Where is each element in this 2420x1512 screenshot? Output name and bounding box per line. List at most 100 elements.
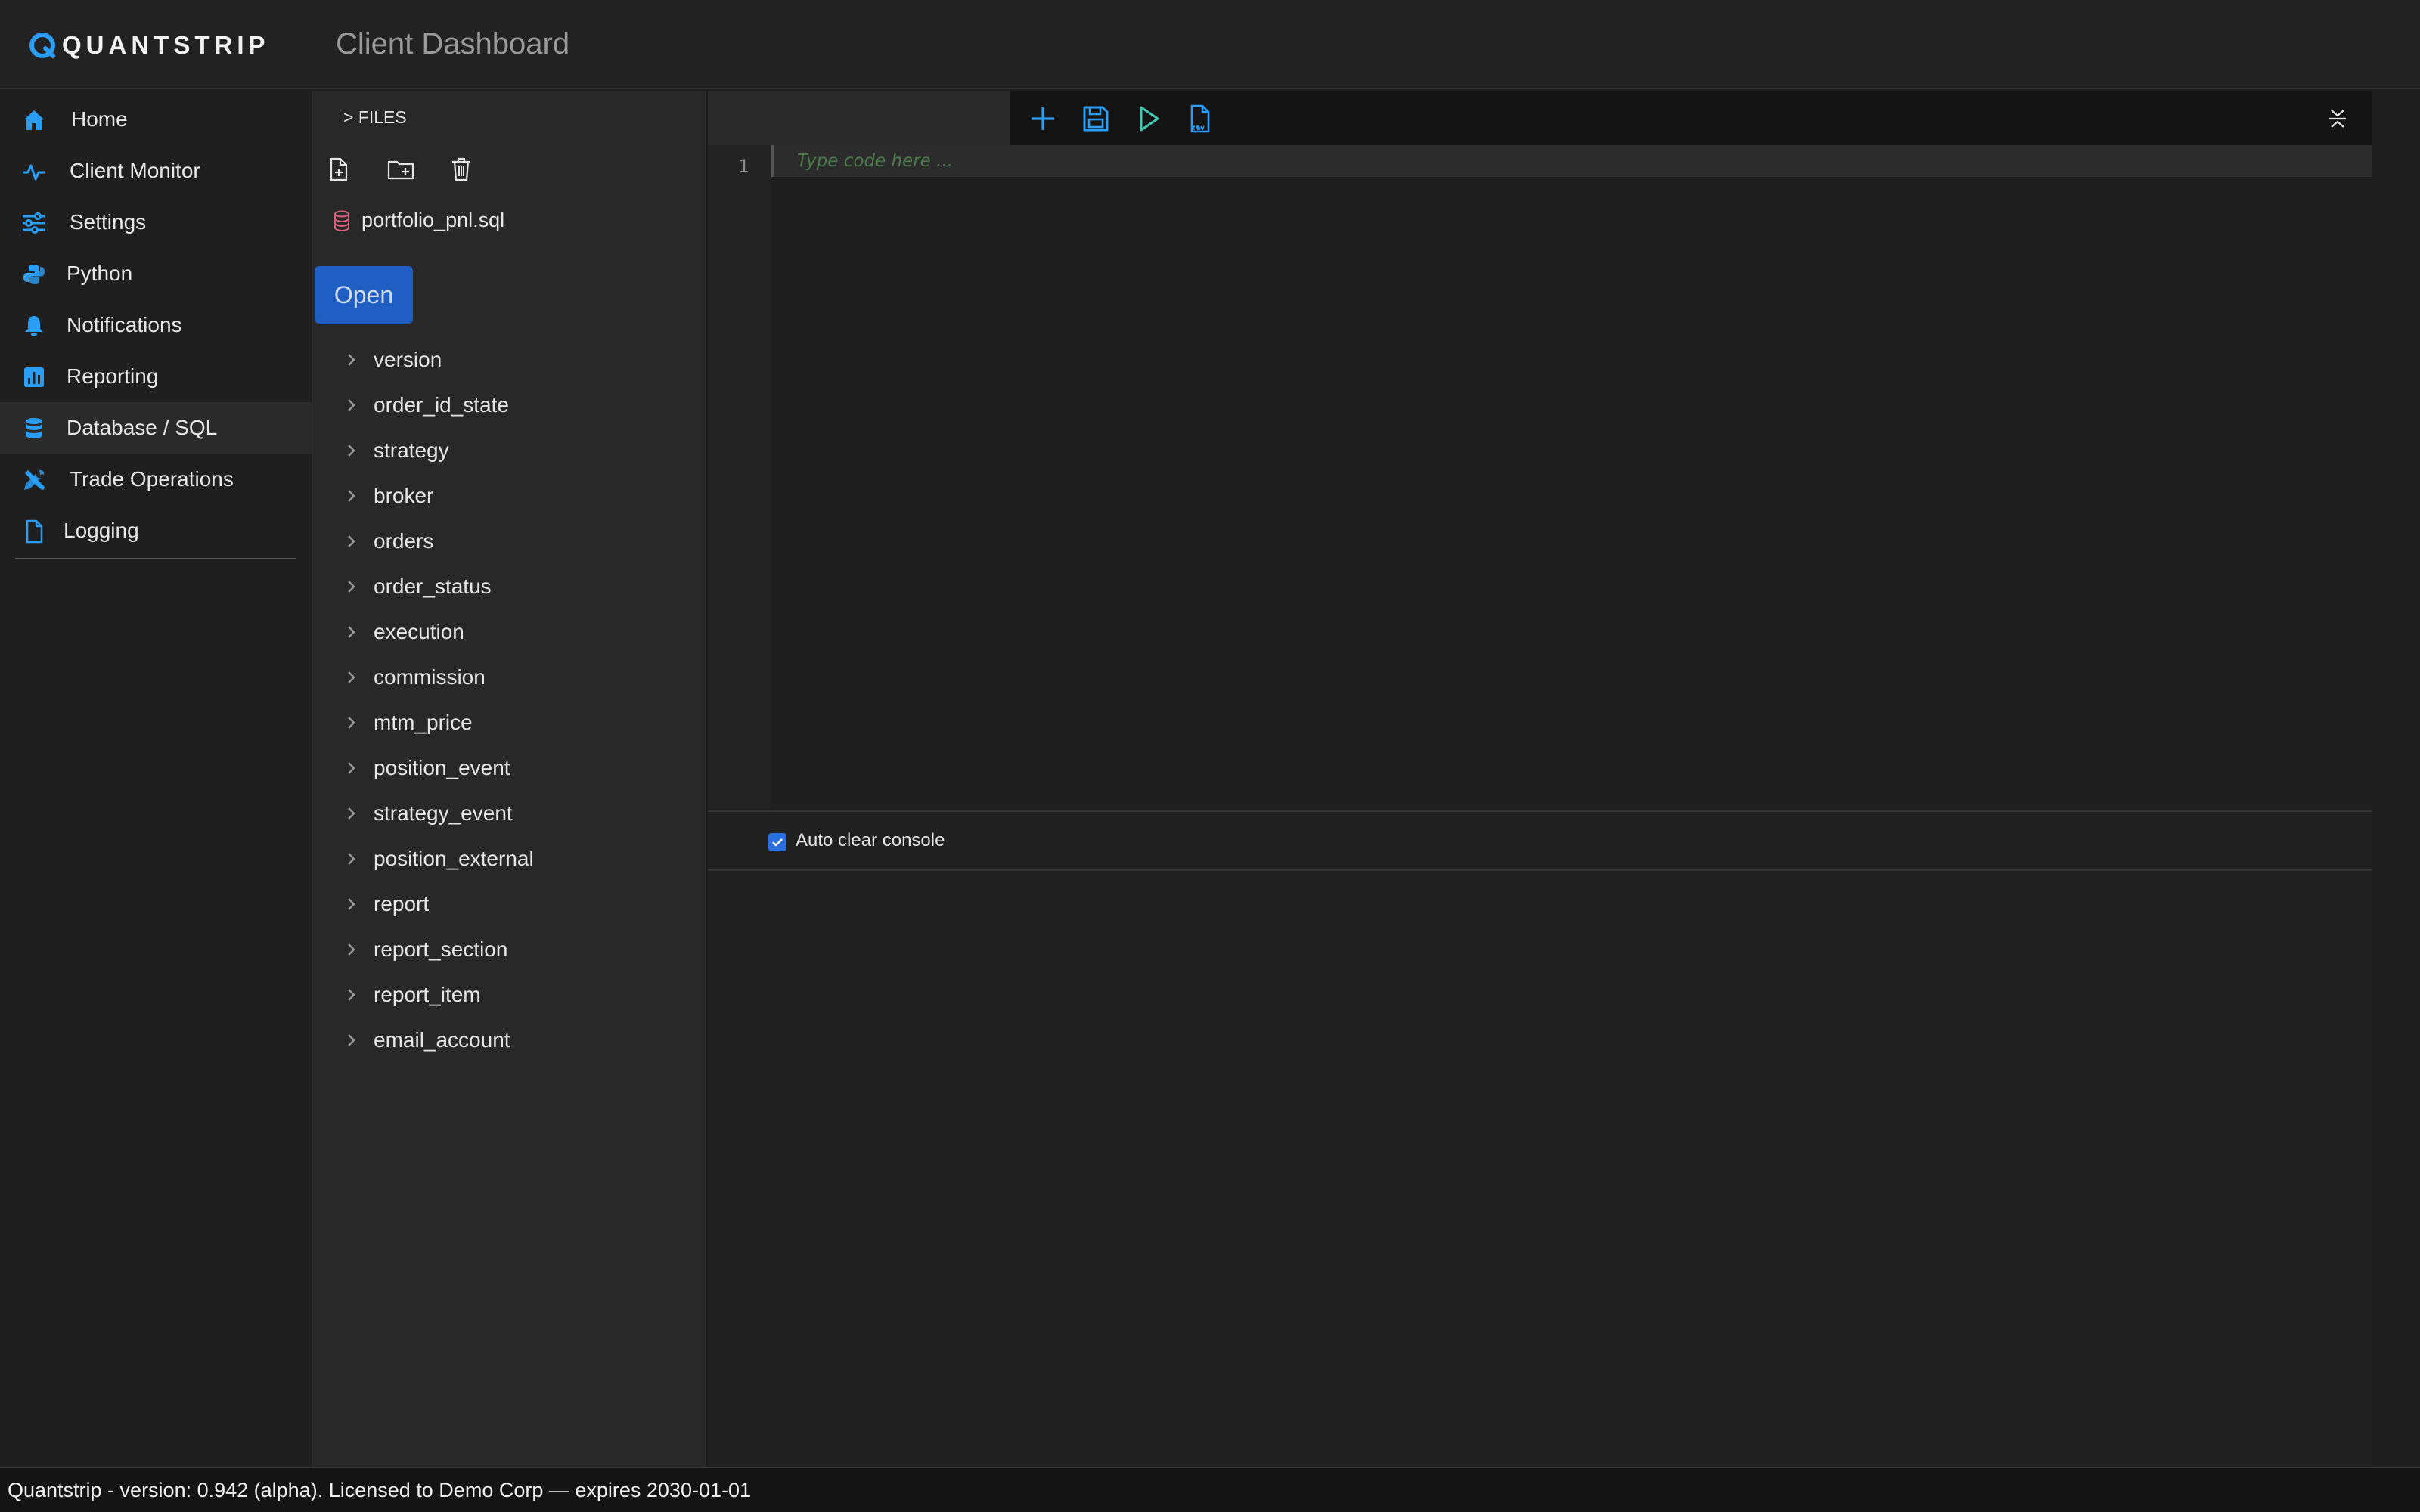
collapse-icon[interactable] (2325, 106, 2350, 132)
chevron-right-icon (348, 445, 355, 457)
table-row[interactable]: orders (313, 519, 706, 564)
bell-icon (25, 316, 43, 336)
table-row[interactable]: strategy (313, 428, 706, 473)
table-row[interactable]: execution (313, 609, 706, 655)
sidebar-item-client-monitor[interactable]: Client Monitor (0, 145, 312, 197)
logo[interactable]: QUANTSTRIP (27, 30, 270, 60)
sidebar-item-label: Client Monitor (70, 159, 200, 182)
table-row[interactable]: version (313, 337, 706, 383)
sidebar-item-logging[interactable]: Logging (0, 505, 312, 556)
tools-icon (24, 469, 45, 490)
sidebar-item-database-sql[interactable]: Database / SQL (0, 402, 312, 454)
sidebar-item-label: Trade Operations (70, 467, 234, 491)
status-footer: Quantstrip - version: 0.942 (alpha). Lic… (0, 1467, 2420, 1512)
add-icon[interactable] (1025, 101, 1060, 136)
chevron-right-icon (348, 943, 355, 956)
chevron-right-icon (348, 354, 355, 366)
table-row[interactable]: strategy_event (313, 791, 706, 836)
editor-toolbar (1010, 91, 2372, 145)
sidebar-item-label: Python (67, 262, 133, 285)
sql-file-icon (334, 210, 349, 231)
table-row[interactable]: report_section (313, 927, 706, 972)
console-output[interactable] (708, 872, 2372, 1467)
sidebar-item-notifications[interactable]: Notifications (0, 299, 312, 351)
sidebar-item-label: Database / SQL (67, 416, 218, 439)
sidebar-item-label: Home (71, 107, 128, 131)
table-name: order_id_state (374, 393, 510, 417)
sliders-icon (23, 212, 45, 234)
home-icon (24, 110, 44, 130)
sidebar-item-home[interactable]: Home (0, 94, 312, 145)
save-icon[interactable] (1078, 101, 1113, 136)
sidebar-item-label: Notifications (67, 313, 182, 336)
file-item[interactable]: portfolio_pnl.sql (333, 209, 504, 232)
sidebar-item-python[interactable]: Python (0, 248, 312, 299)
chevron-right-icon (348, 898, 355, 910)
sidebar-item-label: Settings (70, 210, 147, 234)
auto-clear-checkbox[interactable] (768, 833, 786, 851)
chevron-right-icon (348, 807, 355, 820)
page-title: Client Dashboard (336, 27, 570, 60)
files-section-title[interactable]: > FILES (343, 107, 407, 128)
table-name: strategy (374, 438, 449, 462)
table-name: broker (374, 484, 434, 507)
code-placeholder: Type code here ... (797, 151, 954, 171)
table-row[interactable]: position_external (313, 836, 706, 881)
delete-icon[interactable] (446, 154, 476, 184)
table-name: execution (374, 620, 464, 643)
table-row[interactable]: order_id_state (313, 383, 706, 428)
nav-divider (15, 558, 296, 559)
table-name: version (374, 348, 442, 371)
chevron-right-icon (348, 717, 355, 729)
sidebar-item-label: Logging (64, 519, 139, 542)
table-name: commission (374, 665, 486, 689)
code-input[interactable]: Type code here ... (771, 145, 2372, 809)
sidebar-item-reporting[interactable]: Reporting (0, 351, 312, 402)
file-name: portfolio_pnl.sql (361, 209, 505, 231)
table-row[interactable]: order_status (313, 564, 706, 609)
python-icon (23, 265, 45, 284)
table-row[interactable]: email_account (313, 1018, 706, 1063)
table-name: order_status (374, 575, 492, 598)
new-file-icon[interactable] (324, 154, 354, 184)
table-row[interactable]: report (313, 881, 706, 927)
line-number: 1 (738, 156, 749, 177)
chevron-right-icon (348, 399, 355, 411)
table-row[interactable]: report_item (313, 972, 706, 1018)
file-icon (26, 519, 43, 544)
sidebar-item-settings[interactable]: Settings (0, 197, 312, 248)
table-list: version order_id_state strategy broker order… (313, 337, 706, 1063)
chart-icon (24, 367, 44, 387)
line-number-gutter: 1 (708, 145, 771, 809)
chevron-right-icon (348, 581, 355, 593)
sidebar-item-trade-operations[interactable]: Trade Operations (0, 454, 312, 505)
table-row[interactable]: broker (313, 473, 706, 519)
chevron-right-icon (348, 989, 355, 1001)
export-csv-icon[interactable] (1183, 101, 1218, 136)
table-row[interactable]: mtm_price (313, 700, 706, 745)
table-name: report_item (374, 983, 481, 1006)
open-button[interactable]: Open (315, 266, 413, 324)
new-folder-icon[interactable] (386, 154, 416, 184)
run-icon[interactable] (1131, 101, 1166, 136)
sidebar-nav: Home Client Monitor Settings Python Noti… (0, 91, 313, 1467)
app-header: QUANTSTRIP Client Dashboard (0, 0, 2420, 89)
sql-editor: 1 Type code here ... Auto clear console (708, 91, 2372, 1467)
chevron-right-icon (348, 1034, 355, 1046)
table-name: strategy_event (374, 801, 513, 825)
table-row[interactable]: position_event (313, 745, 706, 791)
table-name: position_external (374, 847, 534, 870)
files-panel: > FILES portfolio_pnl.sql Open version or… (313, 91, 708, 1467)
table-name: orders (374, 529, 434, 553)
table-name: position_event (374, 756, 510, 779)
editor-tab-strip (708, 91, 1010, 145)
database-icon (26, 418, 42, 438)
table-name: report_section (374, 937, 508, 961)
chevron-right-icon (348, 671, 355, 683)
logo-text: QUANTSTRIP (62, 31, 270, 59)
chevron-right-icon (348, 535, 355, 547)
table-row[interactable]: commission (313, 655, 706, 700)
table-name: mtm_price (374, 711, 473, 734)
sidebar-item-label: Reporting (67, 364, 159, 388)
table-name: email_account (374, 1028, 510, 1052)
